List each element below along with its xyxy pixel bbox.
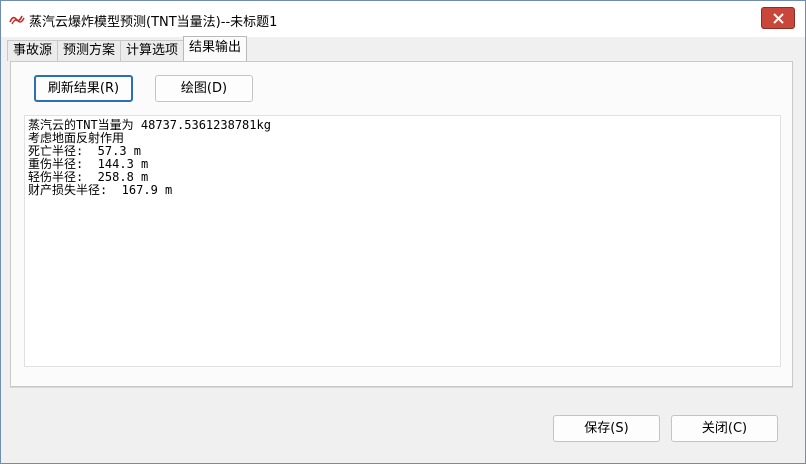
- tab-result-output[interactable]: 结果输出: [183, 36, 248, 61]
- close-button[interactable]: 关闭(C): [671, 415, 778, 442]
- tab-accident-source[interactable]: 事故源: [7, 40, 59, 61]
- footer-divider: [10, 387, 793, 388]
- result-line-tnt-equivalent: 蒸汽云的TNT当量为 48737.5361238781kg: [28, 118, 271, 132]
- save-button[interactable]: 保存(S): [553, 415, 660, 442]
- tab-strip: 事故源 预测方案 计算选项 结果输出: [7, 36, 248, 61]
- window-close-button[interactable]: [761, 7, 795, 29]
- result-output-panel: 刷新结果(R) 绘图(D) 蒸汽云的TNT当量为 48737.536123878…: [10, 61, 793, 387]
- refresh-results-button[interactable]: 刷新结果(R): [34, 75, 133, 102]
- window-title: 蒸汽云爆炸模型预测(TNT当量法)--未标题1: [29, 15, 278, 30]
- tab-calc-options[interactable]: 计算选项: [120, 40, 185, 61]
- results-textbox[interactable]: 蒸汽云的TNT当量为 48737.5361238781kg 考虑地面反射作用 死…: [24, 115, 781, 367]
- result-line-property-loss-radius: 财产损失半径: 167.9 m: [28, 183, 173, 197]
- dialog-window: 蒸汽云爆炸模型预测(TNT当量法)--未标题1 事故源 预测方案 计算选项 结果…: [0, 0, 806, 464]
- tab-prediction-scheme[interactable]: 预测方案: [57, 40, 122, 61]
- title-bar[interactable]: 蒸汽云爆炸模型预测(TNT当量法)--未标题1: [1, 1, 805, 37]
- app-logo-icon: [9, 13, 25, 25]
- close-icon: [773, 13, 784, 24]
- plot-button[interactable]: 绘图(D): [155, 75, 253, 102]
